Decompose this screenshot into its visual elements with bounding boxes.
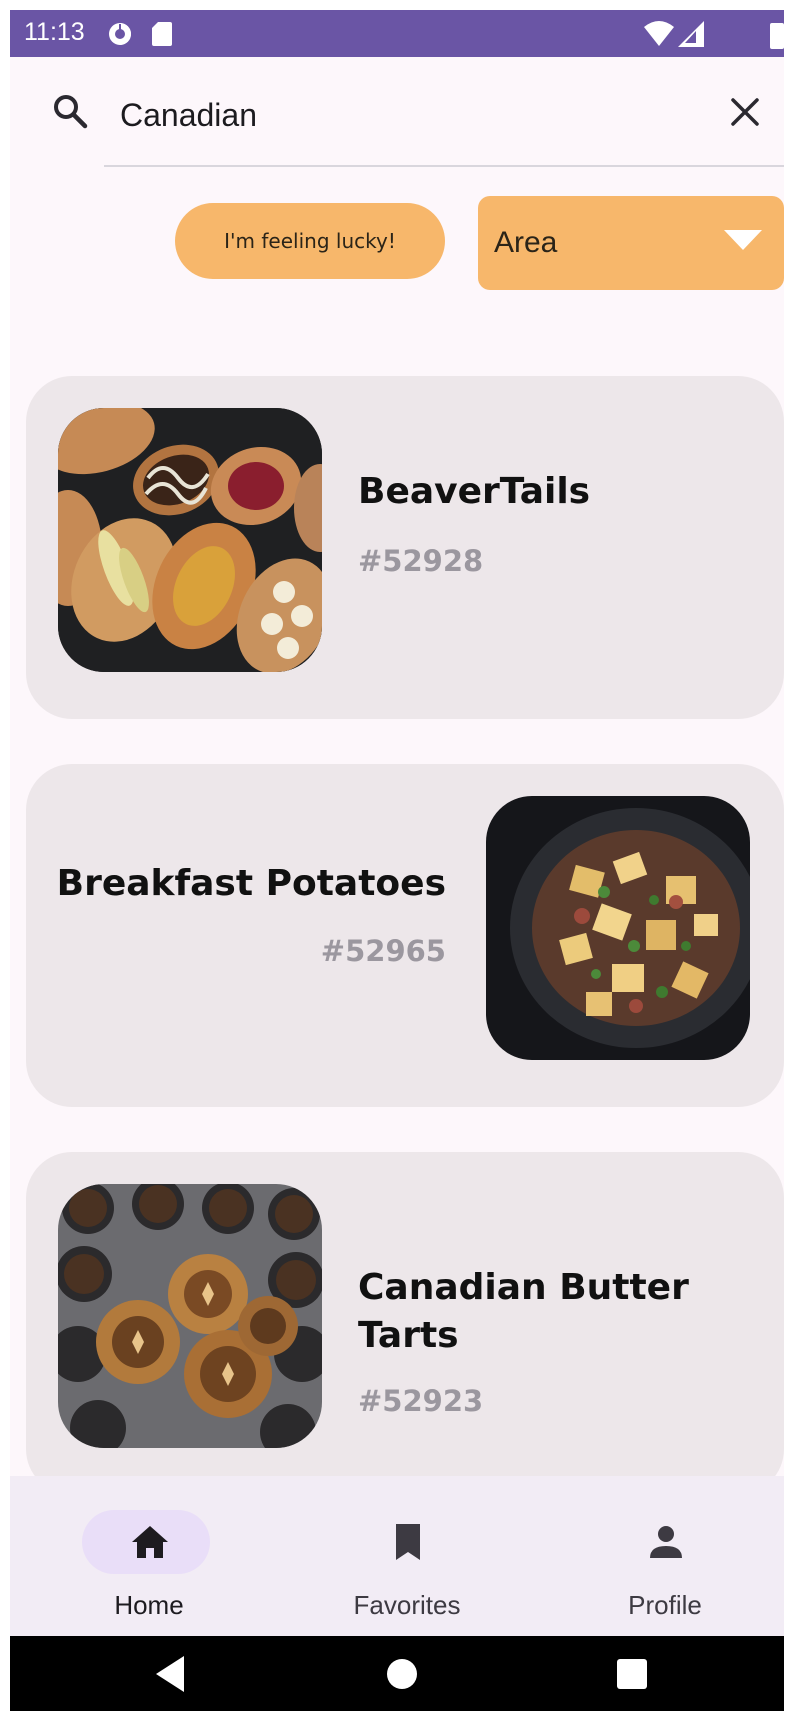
search-icon <box>54 95 88 129</box>
meal-card[interactable]: Breakfast Potatoes #52965 <box>26 764 784 1107</box>
wifi-icon <box>644 21 674 46</box>
bookmark-icon <box>396 1524 420 1560</box>
status-time: 11:13 <box>24 18 85 46</box>
meal-image <box>58 408 322 672</box>
back-icon[interactable] <box>156 1656 186 1692</box>
data-saver-icon <box>109 23 131 45</box>
home-icon <box>132 1526 168 1558</box>
nav-profile[interactable]: Profile <box>536 1476 784 1636</box>
meal-image <box>486 796 750 1060</box>
search-input[interactable]: Canadian <box>120 97 257 134</box>
close-icon[interactable] <box>728 95 762 129</box>
meal-image <box>58 1184 322 1448</box>
area-dropdown-label: Area <box>494 226 558 259</box>
nav-favorites-label: Favorites <box>353 1590 461 1620</box>
recents-icon[interactable] <box>616 1658 648 1690</box>
battery-icon <box>770 23 784 49</box>
nav-home[interactable]: Home <box>20 1476 278 1636</box>
dropdown-arrow-icon <box>724 230 762 250</box>
area-dropdown[interactable]: Area <box>478 196 784 290</box>
feeling-lucky-button[interactable]: I'm feeling lucky! <box>175 203 445 279</box>
nav-profile-label: Profile <box>628 1590 702 1620</box>
person-icon <box>650 1526 682 1558</box>
signal-icon <box>678 21 704 47</box>
home-circle-icon[interactable] <box>386 1658 418 1690</box>
meal-id: #52965 <box>320 934 446 968</box>
meal-title: BeaverTails <box>358 471 591 512</box>
meal-id: #52923 <box>358 1384 484 1418</box>
nav-home-label: Home <box>114 1590 184 1620</box>
meal-title: Canadian Butter Tarts <box>358 1267 689 1356</box>
app-screen: 11:13 Canadian I'm feeling lucky! Area B… <box>10 10 784 1711</box>
system-navigation-bar <box>10 1636 784 1711</box>
meal-card[interactable]: BeaverTails #52928 <box>26 376 784 719</box>
nav-favorites[interactable]: Favorites <box>278 1476 536 1636</box>
meal-title: Breakfast Potatoes <box>56 863 446 904</box>
search-underline <box>104 165 784 167</box>
search-bar[interactable]: Canadian <box>10 57 784 167</box>
meal-id: #52928 <box>358 544 484 578</box>
sd-card-icon <box>152 22 172 46</box>
meal-card[interactable]: Canadian Butter Tarts #52923 <box>26 1152 784 1495</box>
bottom-navigation: Home Favorites Profile <box>10 1476 784 1636</box>
status-bar: 11:13 <box>10 10 784 57</box>
